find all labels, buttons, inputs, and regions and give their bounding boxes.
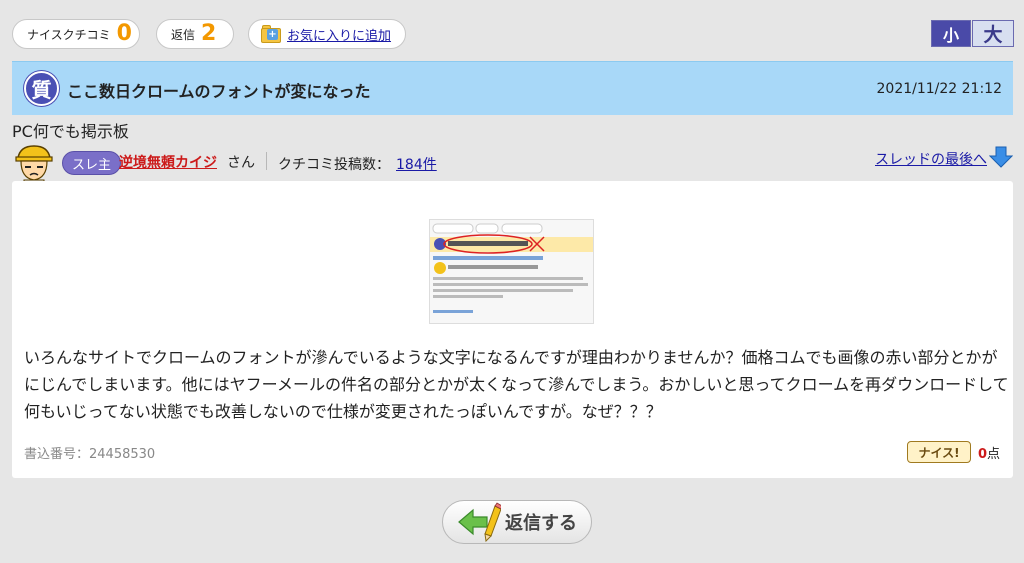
post-count-label: クチコミ投稿数： (278, 157, 390, 173)
top-bar: ナイスクチコミ 0 返信 2 + お気に入りに追加 小 大 (0, 0, 1024, 56)
post-box: いろんなサイトでクロームのフォントが滲んでいるような文字になるんですが理由わかり… (12, 181, 1013, 478)
divider (266, 152, 267, 170)
nice-kuchikomi-counter: ナイスクチコミ 0 (12, 19, 140, 49)
font-size-small-button[interactable]: 小 (931, 20, 971, 47)
go-to-last-link[interactable]: スレッドの最後へ (875, 149, 987, 169)
thread-date: 2021/11/22 21:12 (876, 81, 1003, 97)
points-unit: 点 (987, 447, 1001, 462)
nice-points-value: 0 (978, 447, 988, 462)
screenshot-thumbnail-image (430, 220, 593, 323)
reply-counter: 返信 2 (156, 19, 234, 49)
nice-points: 0点 (978, 443, 1000, 462)
reply-count: 2 (201, 21, 217, 46)
add-favorite-button[interactable]: + お気に入りに追加 (248, 19, 406, 49)
reply-label: 返信 (171, 27, 196, 42)
avatar-icon[interactable] (12, 142, 56, 186)
board-name: PC何でも掲示板 (12, 122, 129, 141)
thread-starter-badge: スレ主 (62, 151, 122, 175)
author-name-link[interactable]: 逆境無頼カイジ (119, 152, 217, 172)
font-size-large-button[interactable]: 大 (972, 20, 1014, 47)
post-body-text: いろんなサイトでクロームのフォントが滲んでいるような文字になるんですが理由わかり… (24, 348, 1009, 421)
folder-add-icon: + (261, 25, 281, 43)
thread-title-bar: 質 ここ数日クロームのフォントが変になった 2021/11/22 21:12 (12, 61, 1013, 115)
author-row: スレ主 逆境無頼カイジ さん クチコミ投稿数： 184件 スレッドの最後へ (12, 142, 1013, 186)
reply-button-label: 返信する (505, 513, 577, 534)
nice-button[interactable]: ナイス! (907, 441, 971, 463)
post-count-link[interactable]: 184件 (396, 154, 437, 174)
attached-image-thumbnail[interactable] (429, 219, 594, 324)
add-favorite-link[interactable]: お気に入りに追加 (287, 25, 391, 44)
thread-title: ここ数日クロームのフォントが変になった (67, 82, 371, 101)
nice-kuchikomi-label: ナイスクチコミ (27, 27, 111, 42)
nice-kuchikomi-count: 0 (116, 21, 132, 46)
down-arrow-icon[interactable] (989, 145, 1013, 169)
author-honorific: さん (227, 155, 255, 171)
reply-button[interactable]: 返信する (442, 500, 592, 544)
reply-pencil-icon (458, 502, 501, 542)
question-icon: 質 (24, 71, 59, 106)
font-size-switcher: 小 大 (931, 20, 1014, 47)
post-number: 書込番号：24458530 (24, 447, 156, 462)
